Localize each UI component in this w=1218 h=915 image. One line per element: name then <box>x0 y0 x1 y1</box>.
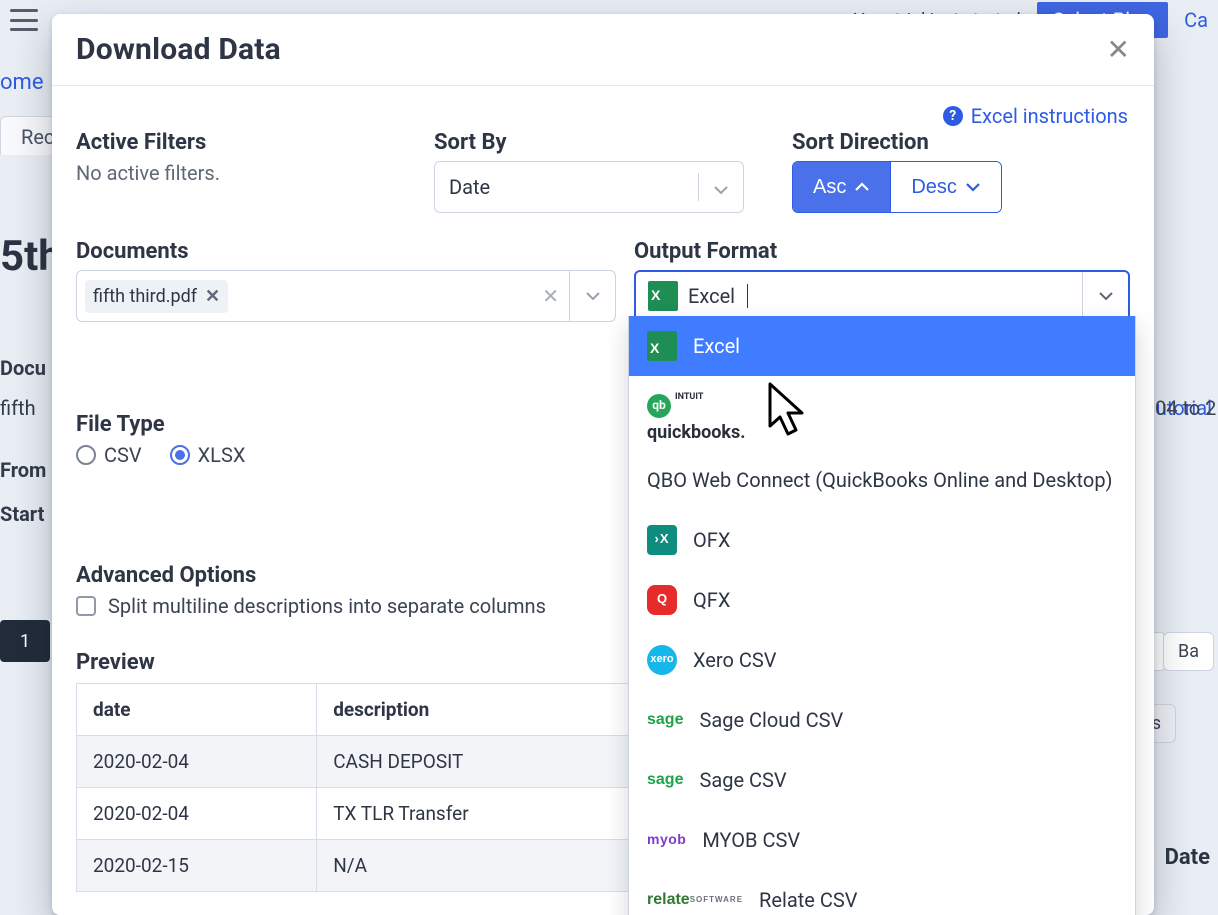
table-header-row: date description <box>77 684 631 736</box>
hamburger-menu-icon[interactable] <box>10 9 38 31</box>
download-data-modal: Download Data ✕ ? Excel instructions Act… <box>52 14 1154 915</box>
option-label: Excel <box>693 330 740 362</box>
cell-date: 2020-02-15 <box>77 840 317 892</box>
option-sage[interactable]: sage Sage CSV <box>629 750 1135 810</box>
modal-title: Download Data <box>76 32 281 67</box>
sort-asc-button[interactable]: Asc <box>793 162 890 212</box>
active-filters-section: Active Filters No active filters. <box>76 130 416 213</box>
text-cursor <box>747 284 748 308</box>
relate-icon: relateSOFTWARE <box>647 885 743 915</box>
bg-doc-value-fragment: fifth <box>0 396 36 420</box>
table-row: 2020-02-04 TX TLR Transfer <box>77 788 631 840</box>
remove-chip-icon[interactable]: ✕ <box>205 286 220 307</box>
quickbooks-icon: qbINTUIT quickbooks. <box>647 390 746 448</box>
option-label: Sage CSV <box>699 764 786 796</box>
excel-icon <box>648 281 678 311</box>
file-type-xlsx-option[interactable]: XLSX <box>170 443 246 467</box>
table-row: 2020-02-15 N/A <box>77 840 631 892</box>
breadcrumb-home-fragment[interactable]: ome <box>0 70 44 95</box>
excel-icon <box>647 331 677 361</box>
cell-description: N/A <box>317 840 631 892</box>
sort-by-select[interactable]: Date <box>434 161 744 213</box>
file-type-csv-label: CSV <box>104 443 142 467</box>
col-date: date <box>77 684 317 736</box>
excel-instructions-link[interactable]: ? Excel instructions <box>943 104 1128 128</box>
option-label: Sage Cloud CSV <box>699 704 843 736</box>
output-format-dropdown-toggle[interactable] <box>1082 272 1128 320</box>
option-label: Xero CSV <box>693 644 776 676</box>
sort-by-label: Sort By <box>434 130 774 155</box>
radio-icon <box>76 445 96 465</box>
sage-icon: sage <box>647 705 683 735</box>
sort-direction-toggle: Asc Desc <box>792 161 1002 213</box>
bg-column-date-fragment: Date <box>1165 845 1210 870</box>
bg-start-label: Start <box>0 502 44 526</box>
file-type-section: File Type CSV XLSX <box>76 412 616 467</box>
output-format-label: Output Format <box>634 239 1130 264</box>
document-chip-text: fifth third.pdf <box>93 286 197 307</box>
clear-all-icon[interactable]: ✕ <box>542 284 559 308</box>
option-qbo[interactable]: qbINTUIT quickbooks. QBO Web Connect (Qu… <box>629 376 1135 510</box>
xero-icon: xero <box>647 645 677 675</box>
preview-table: date description 2020-02-04 CASH DEPOSIT… <box>76 683 631 892</box>
cell-date: 2020-02-04 <box>77 788 317 840</box>
file-type-label: File Type <box>76 412 616 437</box>
sort-by-section: Sort By Date <box>434 130 774 213</box>
option-qfx[interactable]: Q QFX <box>629 570 1135 630</box>
documents-dropdown-toggle[interactable] <box>569 271 615 321</box>
document-chip: fifth third.pdf ✕ <box>85 280 228 313</box>
option-ofx[interactable]: ›X OFX <box>629 510 1135 570</box>
table-row: 2020-02-04 CASH DEPOSIT <box>77 736 631 788</box>
bg-date-range-fragment: 04 to 2 <box>1155 396 1216 420</box>
option-label: QBO Web Connect (QuickBooks Online and D… <box>647 464 1117 496</box>
output-format-value: Excel <box>688 284 735 308</box>
qfx-icon: Q <box>647 585 677 615</box>
cancel-link-fragment[interactable]: Ca <box>1184 8 1208 32</box>
bg-from-label: From <box>0 458 46 482</box>
cell-date: 2020-02-04 <box>77 736 317 788</box>
option-label: Relate CSV <box>759 884 857 915</box>
bg-ghost-button-ba[interactable]: Ba <box>1163 632 1214 671</box>
sort-desc-button[interactable]: Desc <box>891 162 1001 212</box>
cell-description: CASH DEPOSIT <box>317 736 631 788</box>
option-xero[interactable]: xero Xero CSV <box>629 630 1135 690</box>
option-label: MYOB CSV <box>702 824 800 856</box>
output-format-dropdown: Excel qbINTUIT quickbooks. QBO Web Conne… <box>628 316 1136 915</box>
file-type-xlsx-label: XLSX <box>198 443 246 467</box>
close-button[interactable]: ✕ <box>1107 36 1130 64</box>
option-sage-cloud[interactable]: sage Sage Cloud CSV <box>629 690 1135 750</box>
cell-description: TX TLR Transfer <box>317 788 631 840</box>
sort-direction-section: Sort Direction Asc Desc <box>792 130 1130 213</box>
chevron-up-icon <box>854 179 870 195</box>
documents-multiselect[interactable]: fifth third.pdf ✕ ✕ <box>76 270 616 322</box>
chevron-down-icon <box>585 288 601 304</box>
option-myob[interactable]: myob MYOB CSV <box>629 810 1135 870</box>
help-icon: ? <box>943 106 963 126</box>
col-description: description <box>317 684 631 736</box>
output-format-select[interactable]: Excel <box>634 270 1130 322</box>
chevron-down-icon <box>713 179 729 195</box>
radio-icon <box>170 445 190 465</box>
active-filters-label: Active Filters <box>76 130 416 155</box>
documents-section: Documents fifth third.pdf ✕ ✕ File Type <box>76 239 616 467</box>
pager-current-page[interactable]: 1 <box>0 620 50 662</box>
myob-icon: myob <box>647 825 686 855</box>
chevron-down-icon <box>965 179 981 195</box>
sort-direction-label: Sort Direction <box>792 130 1130 155</box>
bg-doc-label-fragment: Docu <box>0 356 46 380</box>
ofx-icon: ›X <box>647 525 677 555</box>
sage-icon: sage <box>647 765 683 795</box>
chevron-down-icon <box>1098 288 1114 304</box>
documents-label: Documents <box>76 239 616 264</box>
active-filters-value: No active filters. <box>76 161 416 185</box>
split-multiline-text: Split multiline descriptions into separa… <box>108 594 546 618</box>
option-excel[interactable]: Excel <box>629 316 1135 376</box>
option-label: OFX <box>693 524 730 556</box>
checkbox-icon <box>76 596 96 616</box>
excel-instructions-text: Excel instructions <box>971 104 1128 128</box>
option-relate[interactable]: relateSOFTWARE Relate CSV <box>629 870 1135 915</box>
option-label: QFX <box>693 584 730 616</box>
file-type-csv-option[interactable]: CSV <box>76 443 142 467</box>
sort-by-value: Date <box>449 175 490 199</box>
